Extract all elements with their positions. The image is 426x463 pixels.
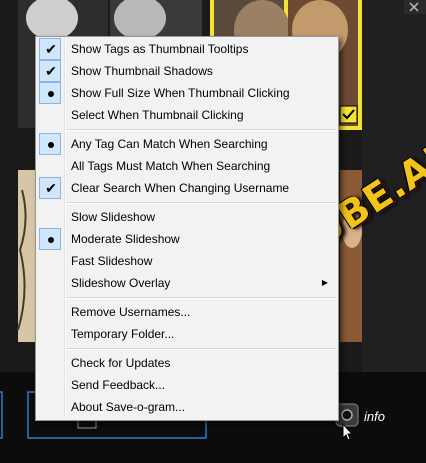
menu-item-label: Show Tags as Thumbnail Tooltips: [71, 42, 249, 56]
menu-item-show-full-size-when-thumbnail-clicking[interactable]: Show Full Size When Thumbnail Clicking: [38, 82, 336, 104]
menu-item-about-save-o-gram[interactable]: About Save-o-gram...: [38, 396, 336, 418]
menu-item-temporary-folder[interactable]: Temporary Folder...: [38, 323, 336, 345]
menu-item-send-feedback[interactable]: Send Feedback...: [38, 374, 336, 396]
options-context-menu: ✔ Show Tags as Thumbnail Tooltips ✔ Show Th…: [35, 36, 339, 421]
menu-item-state-box: ✔: [39, 177, 61, 199]
submenu-arrow-icon: ▶: [321, 278, 328, 287]
menu-item-clear-search-when-changing-username[interactable]: ✔ Clear Search When Changing Username: [38, 177, 336, 199]
menu-separator: [66, 348, 336, 350]
info-button[interactable]: info: [364, 409, 385, 424]
camera-icon: [335, 403, 359, 427]
menu-item-show-thumbnail-shadows[interactable]: ✔ Show Thumbnail Shadows: [38, 60, 336, 82]
radio-dot-icon: [48, 91, 54, 97]
menu-item-state-box: ✔: [39, 38, 61, 60]
menu-item-label: Show Full Size When Thumbnail Clicking: [71, 86, 290, 100]
menu-item-label: Slideshow Overlay: [71, 276, 171, 290]
menu-item-remove-usernames[interactable]: Remove Usernames...: [38, 301, 336, 323]
menu-item-state-box: [39, 82, 61, 104]
menu-item-label: Send Feedback...: [71, 378, 166, 392]
menu-separator: [66, 202, 336, 204]
menu-item-check-for-updates[interactable]: Check for Updates: [38, 352, 336, 374]
menu-item-state-box: ✔: [39, 60, 61, 82]
menu-item-label: Temporary Folder...: [71, 327, 175, 341]
menu-separator: [66, 297, 336, 299]
menu-separator: [66, 129, 336, 131]
menu-item-label: Fast Slideshow: [71, 254, 153, 268]
menu-item-label: About Save-o-gram...: [71, 400, 186, 414]
menu-item-label: Select When Thumbnail Clicking: [71, 108, 244, 122]
menu-item-label: Remove Usernames...: [71, 305, 191, 319]
menu-item-show-tags-as-thumbnail-tooltips[interactable]: ✔ Show Tags as Thumbnail Tooltips: [38, 38, 336, 60]
menu-item-fast-slideshow[interactable]: Fast Slideshow: [38, 250, 336, 272]
radio-dot-icon: [48, 142, 54, 148]
menu-item-slow-slideshow[interactable]: Slow Slideshow: [38, 206, 336, 228]
menu-item-any-tag-can-match-when-searching[interactable]: Any Tag Can Match When Searching: [38, 133, 336, 155]
menu-item-label: Slow Slideshow: [71, 210, 156, 224]
menu-item-label: All Tags Must Match When Searching: [71, 159, 271, 173]
radio-dot-icon: [48, 237, 54, 243]
menu-item-select-when-thumbnail-clicking[interactable]: Select When Thumbnail Clicking: [38, 104, 336, 126]
menu-item-moderate-slideshow[interactable]: Moderate Slideshow: [38, 228, 336, 250]
menu-item-all-tags-must-match-when-searching[interactable]: All Tags Must Match When Searching: [38, 155, 336, 177]
menu-item-state-box: [39, 133, 61, 155]
check-mark-icon: ✔: [45, 41, 57, 57]
menu-item-slideshow-overlay[interactable]: Slideshow Overlay ▶: [38, 272, 336, 294]
menu-item-state-box: [39, 228, 61, 250]
menu-item-label: Any Tag Can Match When Searching: [71, 137, 268, 151]
menu-item-label: Moderate Slideshow: [71, 232, 180, 246]
check-mark-icon: ✔: [45, 180, 57, 196]
check-mark-icon: ✔: [45, 63, 57, 79]
menu-item-label: Clear Search When Changing Username: [71, 181, 290, 195]
menu-item-label: Show Thumbnail Shadows: [71, 64, 213, 78]
menu-item-label: Check for Updates: [71, 356, 171, 370]
